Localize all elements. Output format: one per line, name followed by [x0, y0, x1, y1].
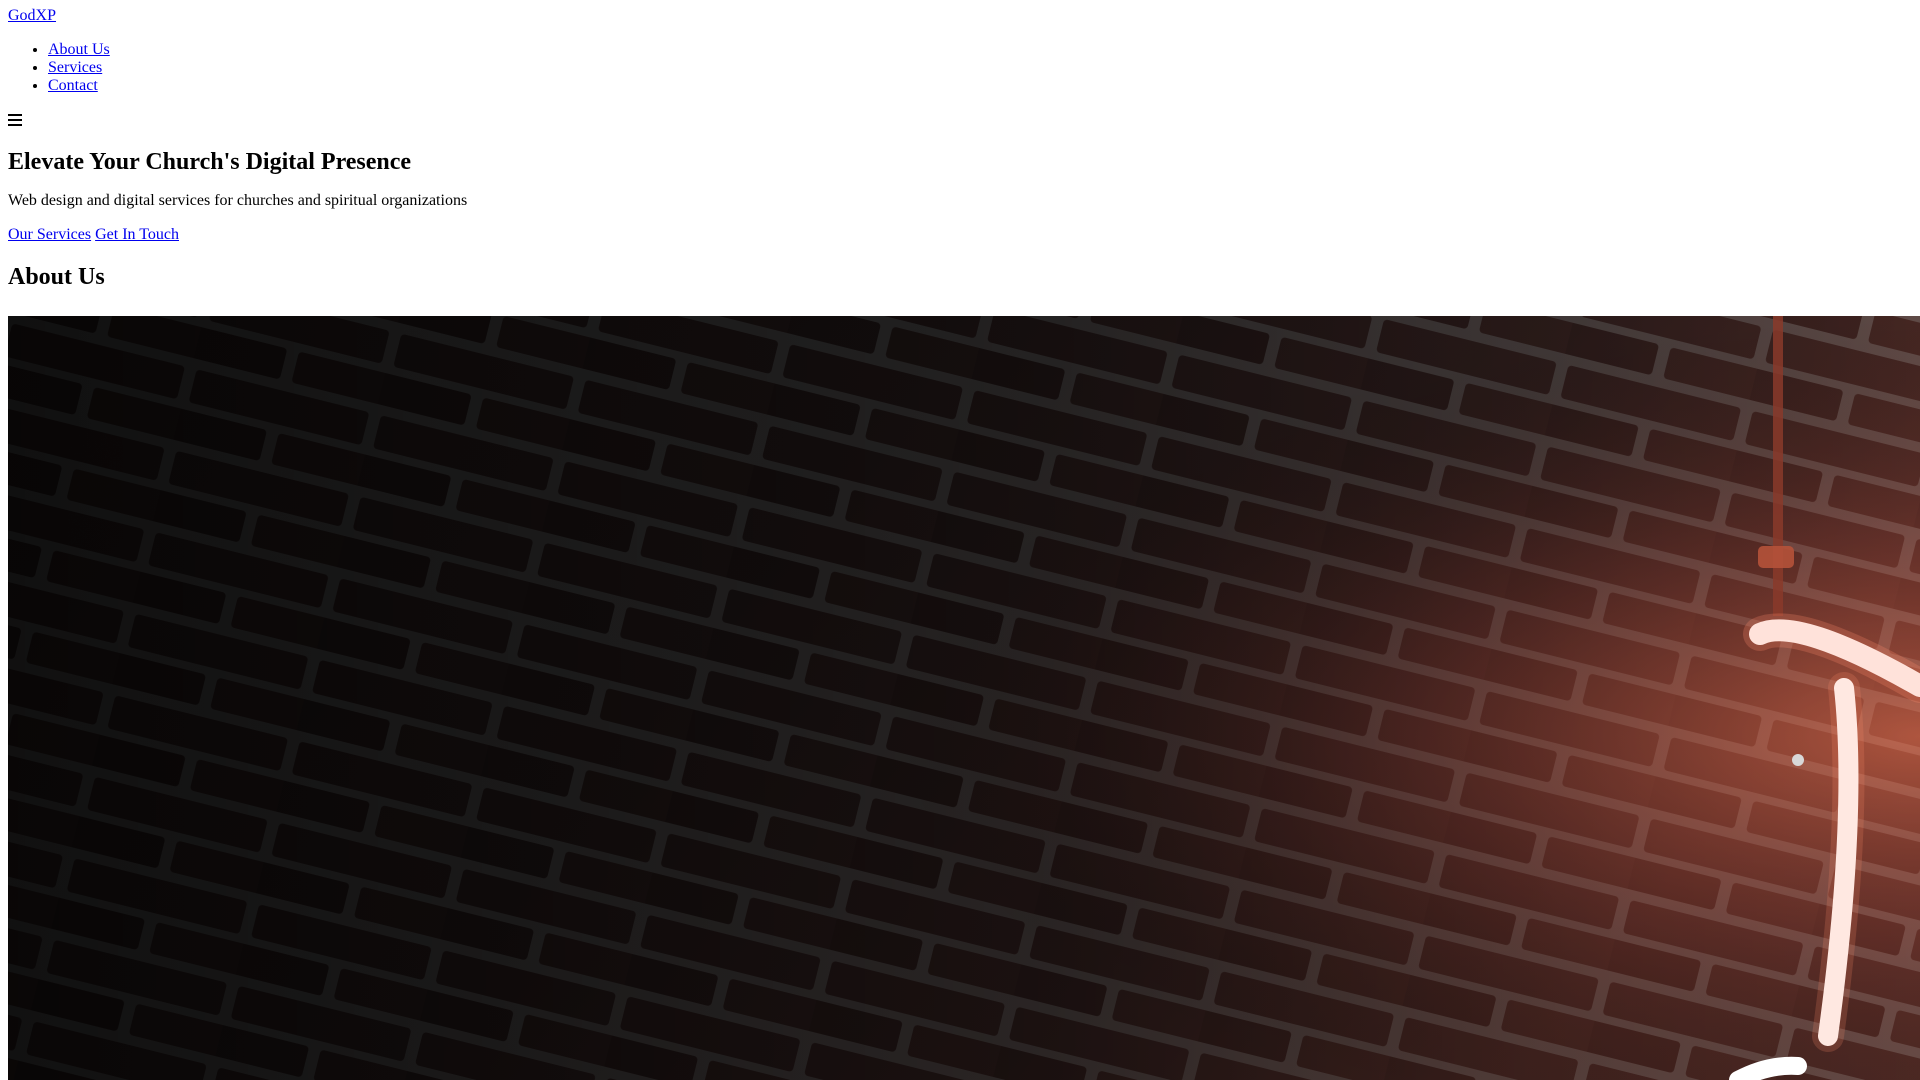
- about-heading: About Us: [8, 264, 105, 290]
- page: GodXP About Us Services Contact Elevate …: [0, 0, 1920, 1080]
- brand: GodXP: [8, 0, 1912, 25]
- hero-subtitle: Web design and digital services for chur…: [8, 192, 468, 209]
- hamburger-bar: [8, 124, 22, 126]
- brand-link[interactable]: GodXP: [8, 7, 56, 25]
- our-services-link[interactable]: Our Services: [8, 226, 91, 243]
- about-image: [8, 316, 1920, 1080]
- hero-cta-group: Our Services Get In Touch: [8, 226, 1912, 244]
- main-nav: About Us Services Contact: [8, 41, 1912, 95]
- site-header: GodXP About Us Services Contact: [8, 0, 1912, 129]
- hero-title: Elevate Your Church's Digital Presence: [8, 149, 412, 175]
- brick-wall-photo: [8, 316, 1920, 1080]
- get-in-touch-link[interactable]: Get In Touch: [95, 226, 179, 243]
- nav-list: About Us Services Contact: [8, 41, 1912, 95]
- nav-item-about: About Us: [48, 41, 1912, 59]
- hero-section: Elevate Your Church's Digital Presence W…: [8, 148, 1912, 244]
- nav-link-contact[interactable]: Contact: [48, 77, 98, 94]
- nav-link-about-us[interactable]: About Us: [48, 41, 110, 58]
- hamburger-menu-icon[interactable]: [8, 111, 23, 129]
- nav-item-services: Services: [48, 59, 1912, 77]
- about-section: About Us: [8, 263, 1920, 1080]
- hamburger-bar: [8, 114, 22, 116]
- nav-item-contact: Contact: [48, 77, 1912, 95]
- nav-link-services[interactable]: Services: [48, 59, 102, 76]
- hamburger-bar: [8, 119, 22, 121]
